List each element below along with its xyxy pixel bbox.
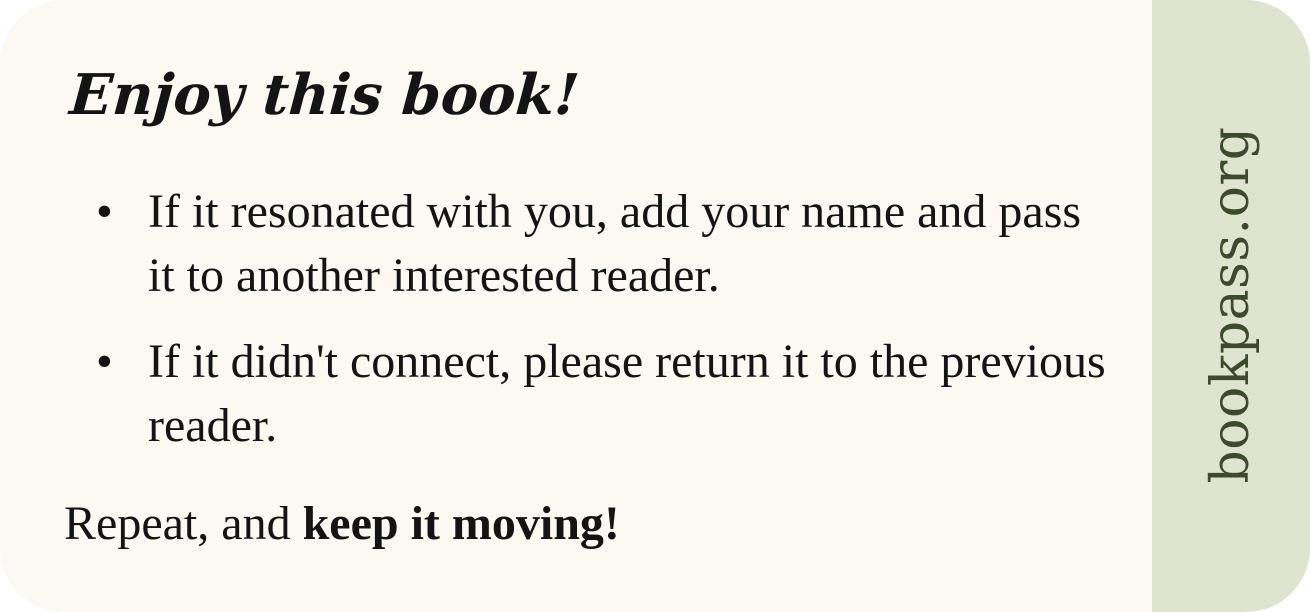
instructions-list: • If it resonated with you, add your nam…: [96, 180, 1116, 480]
closing-line: Repeat, and keep it moving!: [64, 492, 620, 556]
bullet-icon: •: [96, 185, 113, 238]
instruction-item: • If it resonated with you, add your nam…: [96, 180, 1116, 308]
instruction-text: If it resonated with you, add your name …: [148, 185, 1082, 302]
closing-text: Repeat, and: [64, 497, 303, 550]
bullet-icon: •: [96, 335, 113, 388]
website-label: bookpass.org: [1201, 126, 1261, 484]
card-heading: Enjoy this book!: [67, 62, 582, 128]
side-band: bookpass.org: [1152, 0, 1310, 612]
closing-emphasis: keep it moving!: [302, 497, 620, 550]
instruction-item: • If it didn't connect, please return it…: [96, 330, 1116, 458]
bookpass-card: Enjoy this book! • If it resonated with …: [0, 0, 1310, 612]
instruction-text: If it didn't connect, please return it t…: [148, 335, 1106, 452]
